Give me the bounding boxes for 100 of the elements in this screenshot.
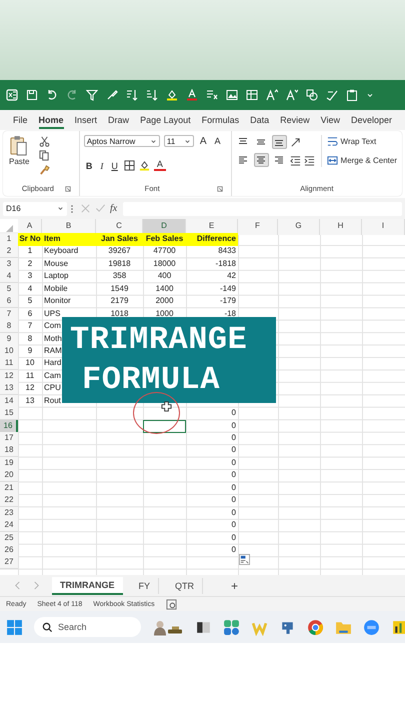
fill-color-icon[interactable] [138, 160, 150, 171]
picture-format-icon[interactable] [226, 89, 238, 101]
dialog-launcher-icon[interactable] [216, 186, 223, 192]
row-header[interactable]: 6 [0, 295, 18, 308]
row-header[interactable]: 24 [0, 519, 18, 532]
menu-tab[interactable]: Insert [74, 112, 98, 128]
underline-button[interactable]: U [109, 160, 120, 170]
menu-tab[interactable]: Draw [108, 112, 130, 128]
font-color-icon[interactable] [186, 89, 198, 101]
row-header[interactable]: 18 [0, 444, 18, 458]
spelling-icon[interactable] [326, 89, 338, 101]
dropdown-icon[interactable] [366, 91, 374, 99]
menu-tab[interactable]: Page Layout [140, 112, 191, 128]
chart-app-icon[interactable] [391, 618, 405, 636]
increase-font-icon[interactable] [266, 89, 278, 101]
table-cell-text: 18000 [153, 258, 176, 270]
sheet-tab[interactable]: FY [130, 578, 160, 594]
accessibility-icon[interactable] [166, 598, 177, 610]
bold-button[interactable]: B [84, 160, 94, 170]
column-header[interactable]: H [320, 219, 362, 235]
italic-button[interactable]: I [98, 160, 106, 170]
decrease-font-icon[interactable] [286, 89, 298, 101]
selected-cell[interactable] [143, 420, 186, 433]
more-icon[interactable] [70, 202, 74, 214]
figure-icon[interactable] [152, 618, 184, 636]
menu-tab[interactable]: File [13, 112, 28, 128]
scissors-icon[interactable] [39, 136, 50, 147]
font-size-dropdown[interactable]: 11 [164, 135, 194, 147]
row-header[interactable]: 27 [0, 556, 18, 570]
row-header[interactable]: 23 [0, 506, 18, 520]
row-header[interactable]: 2 [0, 245, 18, 258]
row-header[interactable]: 13 [0, 382, 18, 396]
brush-icon[interactable] [106, 89, 118, 101]
copy-icon[interactable] [39, 150, 50, 161]
row-header[interactable]: 25 [0, 532, 18, 544]
row-header[interactable]: 5 [0, 282, 18, 296]
decrease-font-button[interactable]: A [212, 136, 223, 146]
filter-icon[interactable] [86, 89, 98, 101]
menu-tab[interactable]: View [320, 112, 340, 128]
row-header[interactable]: 17 [0, 432, 18, 445]
decrease-indent-icon[interactable] [290, 154, 301, 166]
row-header[interactable]: 10 [0, 344, 18, 358]
insert-function-button[interactable]: fx [110, 203, 118, 214]
sort-ascending-icon[interactable] [126, 89, 138, 101]
quick-analysis-icon[interactable] [239, 554, 250, 565]
row-header[interactable]: 19 [0, 456, 18, 470]
shapes-icon[interactable] [306, 89, 318, 101]
browser-icon[interactable] [307, 618, 324, 636]
undo-icon[interactable] [46, 89, 58, 101]
menu-tab[interactable]: Data [250, 112, 270, 128]
wrap-text-button[interactable]: Wrap Text [326, 135, 398, 148]
paste-button[interactable]: Paste [7, 135, 32, 175]
row-header[interactable]: 3 [0, 258, 18, 271]
row-header[interactable]: 16 [0, 420, 18, 433]
font-name-dropdown[interactable]: Aptos Narrow [84, 135, 160, 147]
sort-descending-icon[interactable] [146, 89, 158, 101]
row-header[interactable]: 20 [0, 469, 18, 482]
conditional-format-icon[interactable] [206, 89, 218, 101]
menu-tab[interactable]: Home [38, 112, 64, 128]
orientation-icon[interactable] [290, 136, 301, 148]
menu-tab[interactable]: Developer [351, 112, 392, 128]
name-box[interactable]: D16 [3, 202, 67, 216]
sheet-tab[interactable]: QTR [167, 578, 204, 594]
fill-color-icon[interactable] [166, 89, 178, 101]
row-header[interactable]: 9 [0, 332, 18, 346]
menu-tab[interactable]: Formulas [202, 112, 240, 128]
save-icon[interactable] [26, 89, 38, 101]
font-color-button[interactable]: A [154, 160, 166, 171]
column-header[interactable]: I [362, 219, 405, 235]
column-header[interactable]: G [278, 219, 320, 235]
row-header[interactable]: 12 [0, 370, 18, 383]
format-painter-icon[interactable] [39, 164, 50, 175]
windows-icon[interactable] [6, 618, 23, 636]
sheet-tab[interactable]: TRIMRANGE [52, 576, 122, 594]
table-icon[interactable] [246, 89, 258, 101]
column-header[interactable]: F [238, 219, 278, 235]
increase-font-button[interactable]: A [198, 136, 209, 146]
row-header[interactable]: 7 [0, 308, 18, 321]
row-header[interactable]: 26 [0, 544, 18, 557]
row-header[interactable]: 8 [0, 320, 18, 334]
row-header[interactable]: 1 [0, 233, 18, 246]
check-icon[interactable] [95, 203, 106, 214]
clipboard-icon[interactable] [346, 89, 358, 101]
add-sheet-button[interactable]: + [231, 578, 238, 592]
row-header[interactable]: 11 [0, 357, 18, 370]
row-header[interactable]: 4 [0, 270, 18, 284]
merge-center-button[interactable]: Merge & Center [326, 154, 398, 167]
vertical-align-button[interactable] [272, 135, 287, 149]
borders-icon[interactable] [124, 160, 135, 171]
increase-indent-icon[interactable] [304, 154, 315, 166]
app-icon[interactable] [223, 618, 240, 636]
excel-logo-icon[interactable] [6, 89, 18, 101]
row-header[interactable]: 14 [0, 394, 18, 408]
search-field[interactable]: Search [34, 617, 141, 637]
menu-tab[interactable]: Review [280, 112, 310, 128]
horizontal-align-button[interactable] [254, 153, 269, 167]
dialog-launcher-icon[interactable] [64, 186, 71, 192]
row-header[interactable]: 22 [0, 494, 18, 508]
row-header[interactable]: 15 [0, 407, 18, 420]
row-header[interactable]: 21 [0, 482, 18, 495]
